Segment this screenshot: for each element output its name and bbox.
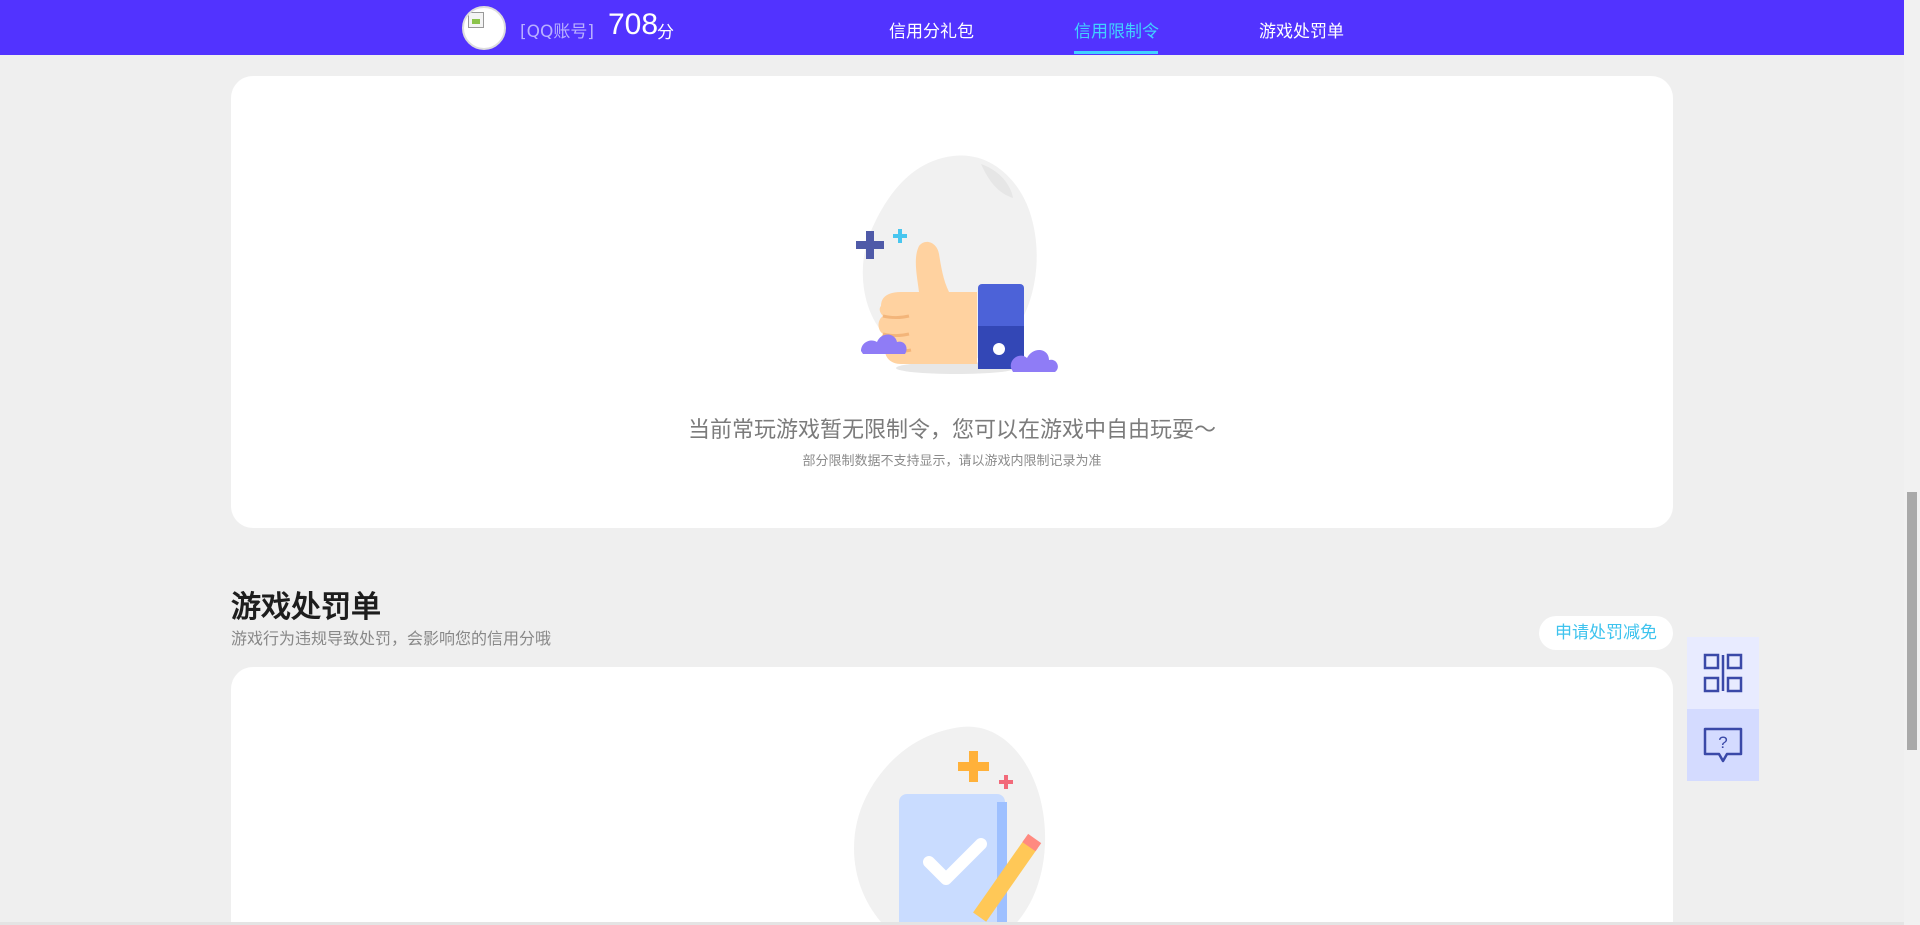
qr-code-button[interactable] <box>1687 637 1759 709</box>
help-button[interactable]: ? <box>1687 709 1759 781</box>
avatar[interactable] <box>462 6 506 50</box>
floating-tools: ? <box>1687 637 1759 781</box>
apply-penalty-reduction-button[interactable]: 申请处罚减免 <box>1539 616 1673 650</box>
top-bar: [QQ账号] 708 分 信用分礼包 信用限制令 游戏处罚单 <box>0 0 1904 55</box>
section-title: 游戏处罚单 <box>231 590 381 625</box>
section-subtitle: 游戏行为违规导致处罚，会影响您的信用分哦 <box>231 629 552 648</box>
tab-game-penalty[interactable]: 游戏处罚单 <box>1259 17 1344 42</box>
credit-score: 708 <box>608 8 659 41</box>
document-check-illustration <box>854 726 1046 925</box>
active-tab-underline <box>1074 51 1158 54</box>
restriction-data-note: 部分限制数据不支持显示，请以游戏内限制记录为准 <box>802 454 1102 469</box>
tab-credit-restriction[interactable]: 信用限制令 <box>1074 17 1159 42</box>
penalty-card <box>231 667 1673 925</box>
vertical-scrollbar[interactable] <box>1904 0 1920 925</box>
account-label: [QQ账号] <box>520 22 595 42</box>
tab-credit-gift[interactable]: 信用分礼包 <box>889 17 974 42</box>
thumbs-up-illustration <box>856 155 1058 374</box>
credit-score-unit: 分 <box>657 23 674 43</box>
qr-code-icon <box>1703 653 1743 693</box>
help-chat-icon: ? <box>1703 727 1743 763</box>
broken-image-icon <box>468 12 484 28</box>
restriction-card: 当前常玩游戏暂无限制令，您可以在游戏中自由玩耍～ 部分限制数据不支持显示，请以游… <box>231 76 1673 528</box>
scrollbar-thumb[interactable] <box>1907 492 1917 750</box>
svg-text:?: ? <box>1718 733 1727 752</box>
no-restriction-message: 当前常玩游戏暂无限制令，您可以在游戏中自由玩耍～ <box>687 418 1216 443</box>
